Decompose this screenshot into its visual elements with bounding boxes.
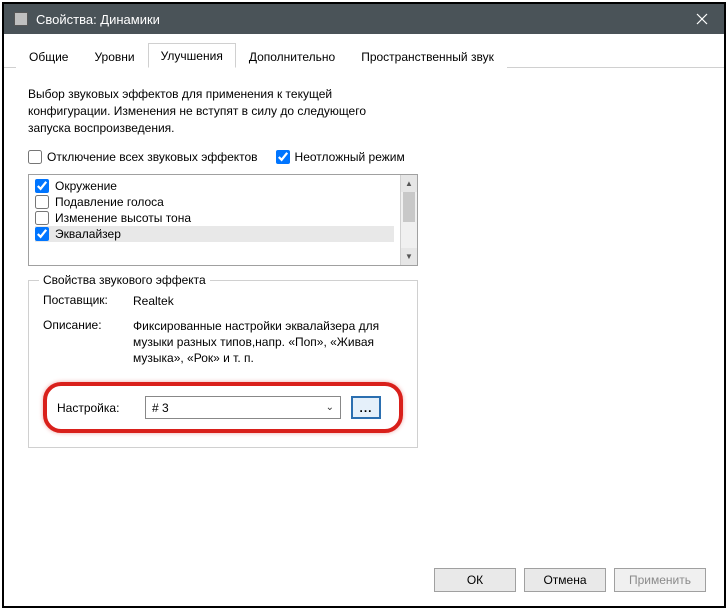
- setting-label: Настройка:: [57, 401, 135, 415]
- list-item[interactable]: Эквалайзер: [35, 226, 394, 242]
- titlebar: Свойства: Динамики: [4, 4, 724, 34]
- close-icon: [696, 13, 708, 25]
- list-item[interactable]: Подавление голоса: [35, 194, 394, 210]
- scroll-track[interactable]: [401, 222, 417, 248]
- setting-highlight: Настройка: # 3 ⌄ ...: [43, 382, 403, 433]
- effect-label: Эквалайзер: [55, 227, 121, 241]
- button-bar: ОК Отмена Применить: [434, 568, 706, 592]
- scroll-thumb[interactable]: [403, 192, 415, 222]
- ok-button[interactable]: ОК: [434, 568, 516, 592]
- tab-levels[interactable]: Уровни: [81, 44, 147, 68]
- effect-checkbox[interactable]: [35, 227, 49, 241]
- window-title: Свойства: Динамики: [36, 12, 680, 27]
- list-item[interactable]: Изменение высоты тона: [35, 210, 394, 226]
- immediate-mode-checkbox[interactable]: Неотложный режим: [276, 150, 405, 164]
- effect-properties-group: Свойства звукового эффекта Поставщик: Re…: [28, 280, 418, 448]
- scroll-up-button[interactable]: ▲: [401, 175, 417, 192]
- setting-select[interactable]: # 3 ⌄: [145, 396, 341, 419]
- disable-all-checkbox[interactable]: Отключение всех звуковых эффектов: [28, 150, 258, 164]
- disable-all-label: Отключение всех звуковых эффектов: [47, 150, 258, 164]
- setting-value: # 3: [152, 401, 169, 415]
- close-button[interactable]: [680, 4, 724, 34]
- effect-label: Окружение: [55, 179, 117, 193]
- cancel-button[interactable]: Отмена: [524, 568, 606, 592]
- provider-label: Поставщик:: [43, 293, 133, 309]
- effect-label: Изменение высоты тона: [55, 211, 191, 225]
- disable-all-input[interactable]: [28, 150, 42, 164]
- description-label: Описание:: [43, 318, 133, 367]
- effect-checkbox[interactable]: [35, 179, 49, 193]
- effect-label: Подавление голоса: [55, 195, 164, 209]
- description-text: Выбор звуковых эффектов для применения к…: [28, 86, 408, 136]
- scrollbar[interactable]: ▲ ▼: [400, 175, 417, 265]
- apply-button[interactable]: Применить: [614, 568, 706, 592]
- tab-general[interactable]: Общие: [16, 44, 81, 68]
- tab-enhancements[interactable]: Улучшения: [148, 43, 236, 68]
- effect-checkbox[interactable]: [35, 211, 49, 225]
- tab-strip: Общие Уровни Улучшения Дополнительно Про…: [4, 34, 724, 68]
- group-title: Свойства звукового эффекта: [39, 273, 210, 287]
- immediate-mode-input[interactable]: [276, 150, 290, 164]
- tab-advanced[interactable]: Дополнительно: [236, 44, 348, 68]
- chevron-down-icon: ⌄: [326, 402, 334, 413]
- scroll-down-button[interactable]: ▼: [401, 248, 417, 265]
- app-icon: [14, 12, 28, 26]
- immediate-mode-label: Неотложный режим: [295, 150, 405, 164]
- effects-listbox[interactable]: Окружение Подавление голоса Изменение вы…: [28, 174, 418, 266]
- list-item[interactable]: Окружение: [35, 178, 394, 194]
- setting-browse-button[interactable]: ...: [351, 396, 381, 419]
- provider-value: Realtek: [133, 293, 393, 309]
- tab-spatial[interactable]: Пространственный звук: [348, 44, 507, 68]
- description-value: Фиксированные настройки эквалайзера для …: [133, 318, 393, 367]
- effect-checkbox[interactable]: [35, 195, 49, 209]
